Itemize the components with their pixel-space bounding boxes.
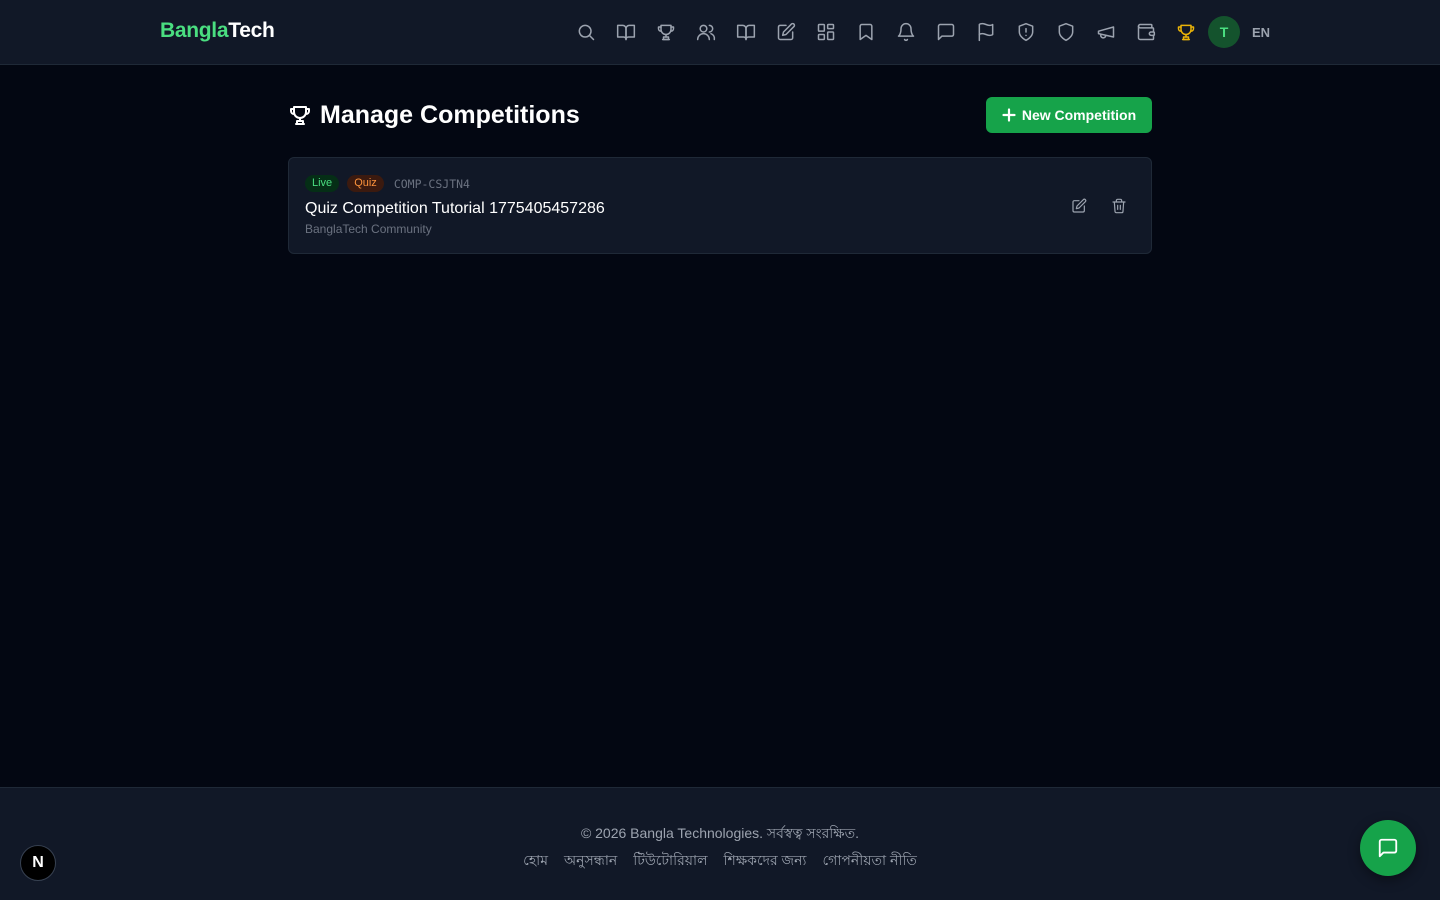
new-competition-label: New Competition: [1021, 107, 1137, 123]
footer-links: হোম অনুসন্ধান টিউটোরিয়াল শিক্ষকদের জন্য…: [0, 849, 1440, 873]
new-competition-button[interactable]: New Competition: [986, 97, 1152, 133]
brand-logo-part2: Tech: [228, 19, 275, 42]
search-icon[interactable]: [566, 12, 606, 52]
users-icon[interactable]: [686, 12, 726, 52]
competition-badges: Live Quiz COMP-CSJTN4: [305, 175, 470, 192]
competition-organizer: BanglaTech Community: [305, 222, 432, 236]
shield-alert-icon[interactable]: [1006, 12, 1046, 52]
message-icon[interactable]: [926, 12, 966, 52]
bookmark-icon[interactable]: [846, 12, 886, 52]
trophy-icon[interactable]: [1166, 12, 1206, 52]
status-badge: Live: [305, 175, 340, 192]
nav-icon-bar: T EN: [566, 12, 1270, 52]
brand-logo-part1: Bangla: [160, 19, 229, 42]
shield-icon[interactable]: [1046, 12, 1086, 52]
footer-link-privacy[interactable]: গোপনীয়তা নীতি: [822, 849, 916, 873]
book-open-icon[interactable]: [726, 12, 766, 52]
competition-card[interactable]: Live Quiz COMP-CSJTN4 Quiz Competition T…: [288, 157, 1152, 254]
top-navbar: BanglaTech T EN: [0, 0, 1440, 65]
bell-icon[interactable]: [886, 12, 926, 52]
footer-link-for-teachers[interactable]: শিক্ষকদের জন্য: [724, 849, 807, 873]
dev-tools-badge[interactable]: N: [20, 845, 56, 881]
competition-title[interactable]: Quiz Competition Tutorial 1775405457286: [305, 200, 605, 218]
book-open-icon[interactable]: [606, 12, 646, 52]
page-title: Manage Competitions: [320, 100, 580, 129]
edit-icon[interactable]: [766, 12, 806, 52]
footer-link-tutorials[interactable]: টিউটোরিয়াল: [633, 849, 707, 873]
trophy-icon[interactable]: [646, 12, 686, 52]
grid-icon[interactable]: [806, 12, 846, 52]
footer-link-home[interactable]: হোম: [523, 849, 548, 873]
trash-icon: [1112, 198, 1126, 214]
copyright-text: © 2026 Bangla Technologies. সর্বস্বত্ব স…: [580, 825, 860, 841]
chat-button[interactable]: [1360, 820, 1416, 876]
edit-competition-button[interactable]: [1067, 194, 1091, 218]
plus-icon: [1002, 108, 1016, 122]
competition-code: COMP-CSJTN4: [393, 176, 470, 191]
edit-icon: [1072, 198, 1087, 213]
trophy-icon: [290, 106, 310, 125]
delete-competition-button[interactable]: [1107, 194, 1131, 218]
megaphone-icon[interactable]: [1086, 12, 1126, 52]
message-icon: [1378, 838, 1398, 858]
site-footer: © 2026 Bangla Technologies. সর্বস্বত্ব স…: [0, 787, 1440, 900]
type-badge: Quiz: [347, 175, 384, 192]
brand-logo[interactable]: BanglaTech: [160, 19, 275, 43]
wallet-icon[interactable]: [1126, 12, 1166, 52]
language-switcher[interactable]: EN: [1252, 25, 1270, 40]
footer-link-search[interactable]: অনুসন্ধান: [564, 849, 617, 873]
page-heading: Manage Competitions: [288, 98, 580, 132]
user-avatar[interactable]: T: [1208, 16, 1240, 48]
flag-icon[interactable]: [966, 12, 1006, 52]
